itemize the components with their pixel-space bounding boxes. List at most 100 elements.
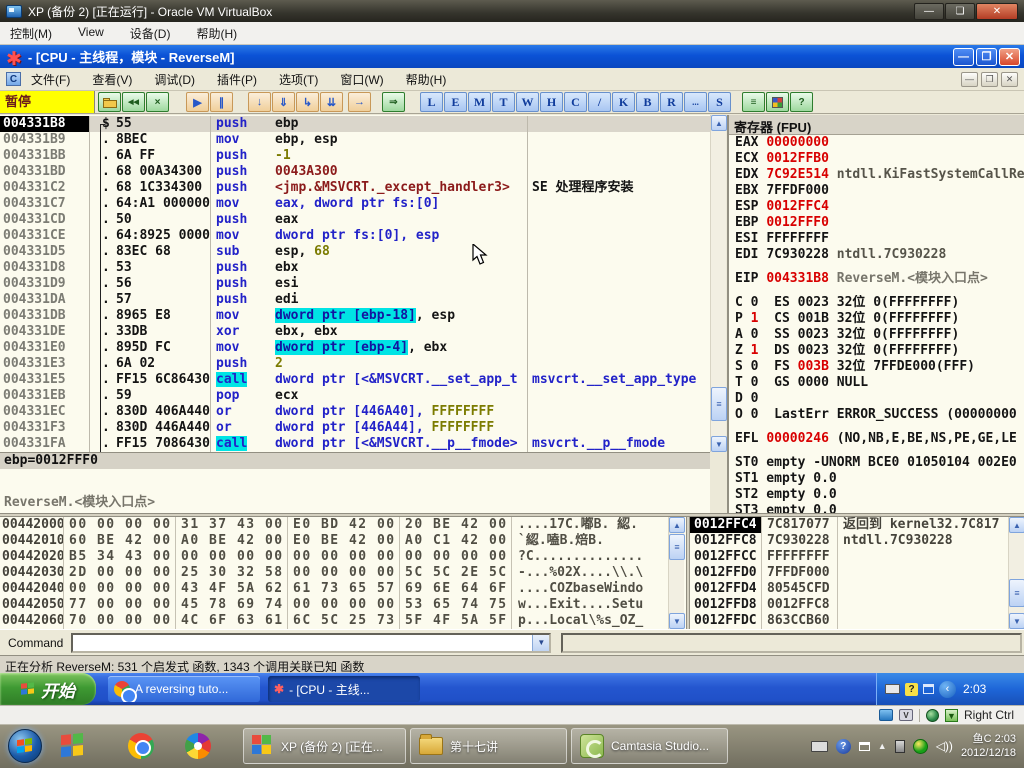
disassembly-pane[interactable]: 004331B8$55pushebp004331B9.8BECmovebp, e… (0, 115, 710, 452)
disasm-row[interactable]: 004331CD.50pusheax (0, 212, 710, 228)
stack-row[interactable]: 0012FFD480545CFD (690, 581, 1024, 597)
dump-row[interactable]: 00442020B5 34 43 0000 00 00 0000 00 00 0… (0, 549, 686, 565)
dump-row[interactable]: 0044205077 00 00 0045 78 69 7400 00 00 0… (0, 597, 686, 613)
disasm-row[interactable]: 004331B9.8BECmovebp, esp (0, 132, 710, 148)
olly-menu-item-5[interactable]: 窗口(W) (340, 71, 383, 88)
dump-row[interactable]: 0044204000 00 00 0043 4F 5A 6261 73 65 5… (0, 581, 686, 597)
register-line[interactable]: T 0 GS 0000 NULL (729, 375, 1024, 391)
host-start-orb[interactable] (8, 729, 42, 763)
stack-row[interactable]: 0012FFD80012FFC8 (690, 597, 1024, 613)
disasm-row[interactable]: 004331C2.68 1C334300push<jmp.&MSVCRT._ex… (0, 180, 710, 196)
view-button-L[interactable]: L (420, 92, 443, 112)
register-line[interactable]: EBX 7FFDF000 (729, 183, 1024, 199)
log-window-button[interactable]: ≡ (742, 92, 765, 112)
disasm-row[interactable]: 004331DE.33DBxorebx, ebx (0, 324, 710, 340)
step-into-button[interactable]: ↓ (248, 92, 271, 112)
dump-row[interactable]: 0044200000 00 00 0031 37 43 00E0 BD 42 0… (0, 517, 686, 533)
register-line[interactable]: ECX 0012FFB0 (729, 151, 1024, 167)
olly-menu-item-0[interactable]: 文件(F) (31, 71, 70, 88)
register-line[interactable]: EAX 00000000 (729, 135, 1024, 151)
view-button-K[interactable]: K (612, 92, 635, 112)
vbox-virtualization-icon[interactable]: V (899, 709, 913, 721)
olly-menu-item-3[interactable]: 插件(P) (217, 71, 257, 88)
register-line[interactable]: P 1 CS 001B 32位 0(FFFFFFFF) (729, 311, 1024, 327)
disasm-row[interactable]: 004331BD.68 00A34300push0043A300 (0, 164, 710, 180)
olly-restore-button[interactable]: ❐ (976, 48, 997, 66)
dump-scroll-down[interactable]: ▼ (669, 613, 685, 629)
disasm-row[interactable]: 004331E5.FF15 6C864300calldword ptr [<&M… (0, 372, 710, 388)
goto-button[interactable]: ⇒ (382, 92, 405, 112)
stack-row[interactable]: 0012FFC47C817077返回到 kernel32.7C817 (690, 517, 1024, 533)
mdi-restore-button[interactable]: ❐ (981, 72, 998, 87)
register-line[interactable]: EBP 0012FFF0 (729, 215, 1024, 231)
view-button-B[interactable]: B (636, 92, 659, 112)
open-file-button[interactable] (98, 92, 121, 112)
register-line[interactable]: A 0 SS 0023 32位 0(FFFFFFFF) (729, 327, 1024, 343)
help-button[interactable]: ? (790, 92, 813, 112)
hex-dump-pane[interactable]: 0044200000 00 00 0031 37 43 00E0 BD 42 0… (0, 517, 686, 629)
dump-row[interactable]: 0044206070 00 00 004C 6F 63 616C 5C 25 7… (0, 613, 686, 629)
stack-row[interactable]: 0012FFC87C930228ntdll.7C930228 (690, 533, 1024, 549)
vbox-network-icon[interactable] (926, 709, 939, 722)
disasm-scroll-up[interactable]: ▲ (711, 115, 727, 131)
view-button-M[interactable]: M (468, 92, 491, 112)
register-line[interactable]: O 0 LastErr ERROR_SUCCESS (00000000 (729, 407, 1024, 423)
mdi-minimize-button[interactable]: — (961, 72, 978, 87)
register-line[interactable]: ST0 empty -UNORM BCE0 01050104 002E0 (729, 455, 1024, 471)
disasm-row[interactable]: 004331FA.FF15 70864300calldword ptr [<&M… (0, 436, 710, 452)
disasm-scrollbar[interactable]: ▲ ≡ ▼ (710, 115, 726, 452)
disasm-row[interactable]: 004331EC.830D 406A4400 FFordword ptr [44… (0, 404, 710, 420)
command-input[interactable]: ▼ (71, 633, 551, 653)
view-button-H[interactable]: H (540, 92, 563, 112)
cpu-window-icon[interactable]: C (6, 72, 21, 86)
register-line[interactable]: EIP 004331B8 ReverseM.<模块入口点> (729, 271, 1024, 287)
vbox-menu-item-3[interactable]: 帮助(H) (196, 25, 237, 42)
stack-scroll-down[interactable]: ▼ (1009, 613, 1024, 629)
registers-pane[interactable]: 寄存器 (FPU) EAX 00000000ECX 0012FFB0EDX 7C… (727, 115, 1024, 513)
xp-language-bar-icon[interactable]: ‹ (939, 681, 956, 698)
register-line[interactable]: S 0 FS 003B 32位 7FFDE000(FFF) (729, 359, 1024, 375)
olly-minimize-button[interactable]: — (953, 48, 974, 66)
disasm-scroll-down[interactable]: ▼ (711, 436, 727, 452)
disasm-row[interactable]: 004331B8$55pushebp (0, 116, 710, 132)
pause-button[interactable]: ∥ (210, 92, 233, 112)
trace-into-button[interactable]: ↳ (296, 92, 319, 112)
register-line[interactable]: EFL 00000246 (NO,NB,E,BE,NS,PE,GE,LE (729, 431, 1024, 447)
host-tray-expand-icon[interactable]: ▲ (878, 741, 887, 751)
view-button-S[interactable]: S (708, 92, 731, 112)
vbox-close-button[interactable]: ✕ (976, 3, 1018, 20)
xp-task-button[interactable]: A reversing tuto... (108, 676, 260, 702)
host-speaker-icon[interactable]: ◁)) (936, 739, 953, 753)
host-help-tray-icon[interactable]: ? (836, 739, 851, 754)
disasm-row[interactable]: 004331D8.53pushebx (0, 260, 710, 276)
vbox-menu-item-0[interactable]: 控制(M) (10, 25, 52, 42)
register-line[interactable]: ESI FFFFFFFF (729, 231, 1024, 247)
host-security-tray-icon[interactable] (913, 739, 928, 754)
olly-menu-item-1[interactable]: 查看(V) (92, 71, 132, 88)
view-button-C[interactable]: C (564, 92, 587, 112)
register-line[interactable]: ST1 empty 0.0 (729, 471, 1024, 487)
appearance-button[interactable] (766, 92, 789, 112)
host-task-button[interactable]: 第十七讲 (410, 728, 567, 764)
xp-window-tray-icon[interactable] (923, 684, 934, 694)
olly-menu-item-6[interactable]: 帮助(H) (406, 71, 447, 88)
disasm-row[interactable]: 004331CE.64:8925 00000000movdword ptr fs… (0, 228, 710, 244)
stack-scrollbar[interactable]: ▲ ≡ ▼ (1008, 517, 1024, 629)
host-task-button[interactable]: XP (备份 2) [正在... (243, 728, 406, 764)
command-dropdown-button[interactable]: ▼ (532, 635, 549, 651)
disasm-row[interactable]: 004331E3.6A 02push2 (0, 356, 710, 372)
register-line[interactable]: EDI 7C930228 ntdll.7C930228 (729, 247, 1024, 263)
xp-task-button[interactable]: ✱- [CPU - 主线... (268, 676, 420, 702)
trace-over-button[interactable]: ⇊ (320, 92, 343, 112)
vbox-restore-button[interactable]: ❏ (945, 3, 975, 20)
view-button-W[interactable]: W (516, 92, 539, 112)
dump-scroll-thumb[interactable]: ≡ (669, 534, 685, 560)
view-button-dots[interactable]: / (588, 92, 611, 112)
register-line[interactable]: Z 1 DS 0023 32位 0(FFFFFFFF) (729, 343, 1024, 359)
host-keyboard-tray-icon[interactable] (811, 741, 828, 752)
stack-row[interactable]: 0012FFCCFFFFFFFF (690, 549, 1024, 565)
xp-start-button[interactable]: 开始 (0, 673, 96, 705)
disasm-row[interactable]: 004331DB.8965 E8movdword ptr [ebp-18], e… (0, 308, 710, 324)
view-button-dotsdotsdots[interactable]: ... (684, 92, 707, 112)
register-line[interactable]: ST3 empty 0.0 (729, 503, 1024, 513)
